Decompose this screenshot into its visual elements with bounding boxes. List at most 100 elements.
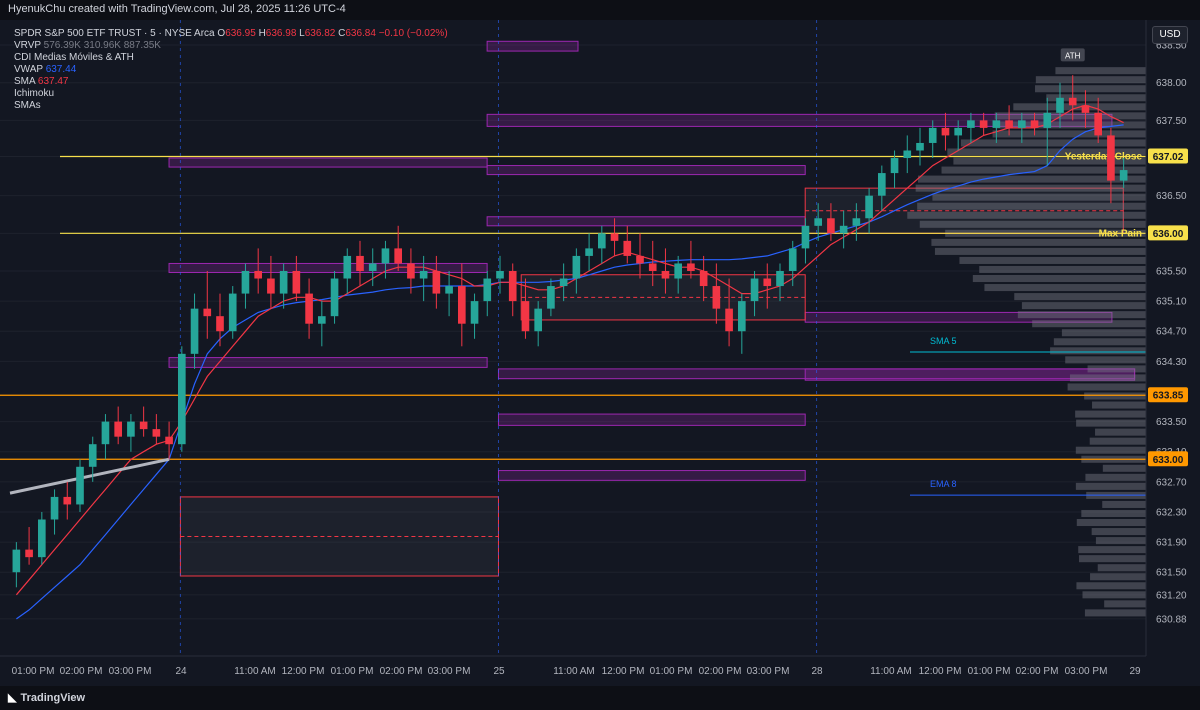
time-axis-tick-label: 29	[1129, 666, 1141, 677]
candle-body	[1018, 120, 1026, 128]
price-axis-highlight-label: 637.02	[1153, 152, 1184, 163]
time-axis-tick-label: 11:00 AM	[234, 666, 276, 677]
candle-body	[585, 248, 593, 256]
candle-body	[165, 436, 173, 445]
volume-profile-bar	[994, 112, 1146, 120]
supply-demand-zone	[486, 165, 806, 176]
legend-ichimoku-row[interactable]: Ichimoku	[14, 88, 448, 100]
candle-body	[394, 248, 402, 264]
time-axis-tick-label: 24	[175, 666, 187, 677]
volume-profile-bar	[1102, 464, 1146, 472]
candle-body	[76, 466, 84, 505]
candle-body	[534, 308, 542, 332]
candle-body	[623, 240, 632, 256]
price-axis-tick-label: 630.88	[1156, 614, 1187, 625]
candle-body	[101, 421, 110, 445]
time-axis-tick-label: 01:00 PM	[331, 666, 374, 677]
volume-profile-bar	[979, 265, 1146, 273]
time-axis-tick-label: 11:00 AM	[553, 666, 595, 677]
legend-smas-row[interactable]: SMAs	[14, 100, 448, 112]
volume-profile-bar	[1084, 392, 1146, 400]
candle-body	[381, 248, 390, 264]
candle-body	[610, 233, 619, 241]
volume-profile-bar	[1035, 76, 1146, 84]
time-axis-tick-label: 03:00 PM	[428, 666, 471, 677]
candle-body	[801, 225, 810, 249]
sma-label: SMA	[14, 76, 36, 87]
candle-body	[661, 270, 670, 279]
price-axis-tick-label: 636.50	[1156, 191, 1187, 202]
chart-legend: SPDR S&P 500 ETF TRUST · 5 · NYSE Arca O…	[14, 28, 448, 112]
time-axis: 01:00 PM 02:00 PM 03:00 PM 24 11:00 AM 12:00 …	[12, 666, 1141, 677]
price-level-label: Max Pain	[1099, 228, 1142, 239]
time-axis-tick-label: 12:00 PM	[919, 666, 962, 677]
price-axis-tick-label: 635.10	[1156, 297, 1187, 308]
candle-body	[636, 255, 644, 264]
tradingview-logo[interactable]: ◣ TradingView	[8, 691, 85, 704]
time-axis-tick-label: 02:00 PM	[60, 666, 103, 677]
high-value: 636.98	[265, 28, 297, 39]
open-value: 636.95	[225, 28, 256, 39]
time-axis-tick-label: 01:00 PM	[12, 666, 55, 677]
volume-profile-bar	[1075, 482, 1146, 490]
volume-profile-bar	[1076, 582, 1146, 590]
candle-body	[547, 286, 555, 309]
time-axis-tick-label: 03:00 PM	[747, 666, 790, 677]
candle-body	[1119, 170, 1128, 181]
candle-body	[598, 233, 606, 249]
candle-body	[890, 158, 899, 174]
volume-profile-bar	[1079, 555, 1146, 563]
volume-profile-bar	[1076, 419, 1146, 427]
candle-body	[572, 255, 581, 279]
legend-vwap-row[interactable]: VWAP 637.44	[14, 64, 448, 76]
volume-profile-bar	[1075, 410, 1146, 418]
volume-profile-bar	[1014, 293, 1146, 301]
volume-profile-bar	[1084, 609, 1146, 617]
candle-body	[356, 255, 364, 271]
ichimoku-label: Ichimoku	[14, 88, 55, 99]
volume-profile-bar	[934, 247, 1146, 255]
price-chart[interactable]: Yesterday Close Max Pain ATH SMA 5 EMA 8 63…	[0, 20, 1200, 686]
candle-body	[916, 142, 924, 151]
volume-profile-bar	[1021, 302, 1146, 310]
candle-body	[776, 270, 784, 287]
candle-body	[50, 496, 59, 520]
candle-body	[63, 496, 72, 505]
candle-body	[216, 316, 224, 332]
price-axis-tick-label: 631.50	[1156, 568, 1187, 579]
candle-body	[763, 278, 772, 287]
candle-body	[827, 218, 835, 234]
legend-symbol-row[interactable]: SPDR S&P 500 ETF TRUST · 5 · NYSE Arca O…	[14, 28, 448, 40]
time-axis-tick-label: 28	[811, 666, 823, 677]
legend-vrvp-row[interactable]: VRVP 576.39K 310.96K 887.35K	[14, 40, 448, 52]
candle-body	[687, 263, 695, 271]
time-axis-tick-label: 03:00 PM	[1065, 666, 1108, 677]
candle-body	[318, 316, 326, 324]
ma-annotation-label: EMA 8	[930, 479, 957, 489]
volume-profile-bar	[1082, 591, 1146, 599]
candle-body	[38, 519, 46, 558]
legend-cdi-row[interactable]: CDI Medias Móviles & ATH	[14, 52, 448, 64]
symbol-name[interactable]: SPDR S&P 500 ETF TRUST · 5 · NYSE Arca	[14, 28, 215, 39]
footer-bar: ◣ TradingView	[0, 686, 1200, 710]
legend-sma-row[interactable]: SMA 637.47	[14, 76, 448, 88]
price-axis-tick-label: 631.90	[1156, 538, 1187, 549]
vrvp-label: VRVP	[14, 40, 41, 51]
time-axis-tick-label: 02:00 PM	[380, 666, 423, 677]
candle-body	[979, 120, 988, 128]
time-axis-tick-label: 03:00 PM	[109, 666, 152, 677]
volume-profile-bar	[1065, 356, 1146, 364]
currency-button[interactable]: USD	[1152, 26, 1188, 44]
vwap-label: VWAP	[14, 64, 43, 75]
supply-demand-zone	[497, 413, 806, 426]
chart-attribution: HyenukChu created with TradingView.com, …	[8, 3, 346, 15]
candle-body	[152, 429, 161, 437]
volume-profile-bar	[1061, 329, 1146, 337]
candle-body	[407, 263, 415, 279]
supply-demand-zone	[168, 157, 488, 168]
candle-body	[114, 421, 122, 437]
candle-body	[928, 127, 937, 143]
chart-area[interactable]: Yesterday Close Max Pain ATH SMA 5 EMA 8 63…	[0, 20, 1200, 686]
volume-profile-bar	[1069, 374, 1146, 382]
candle-body	[458, 286, 466, 324]
